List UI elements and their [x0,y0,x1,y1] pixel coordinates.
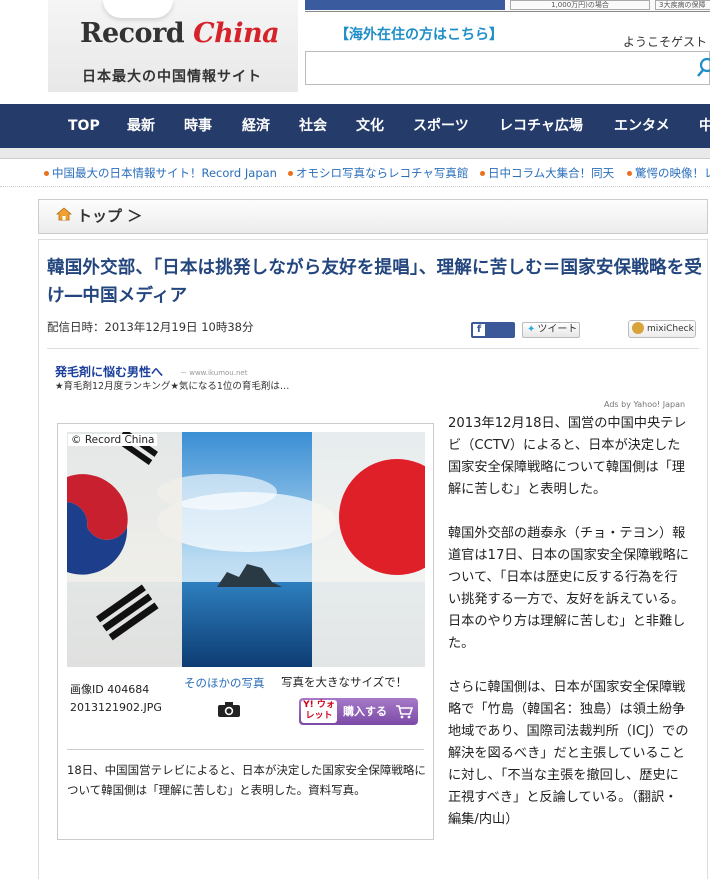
banner-right-text: 3大疾病の保障 [655,0,710,10]
article-title: 韓国外交部、「日本は挑発しながら友好を提唱」、理解に苦しむ＝国家安保戦略を受け―… [47,258,703,306]
site-logo[interactable]: Record China 日本最大の中国情報サイト [48,0,298,92]
more-photos-link[interactable]: そのほかの写真 [184,675,265,691]
article-photo[interactable] [67,432,425,667]
article-paragraph: 韓国外交部の趙泰永（チョ・テヨン）報道官は17日、日本の国家安全保障戦略について… [448,526,689,651]
ad-url[interactable]: － www.ikumou.net [180,368,247,378]
yahoo-wallet-logo: Y! ウォレット [301,700,337,723]
top-ad-banner[interactable]: 1,000万円)の場合 3大疾病の保障 [305,0,710,12]
tweet-button[interactable]: ✦ ツイート [522,322,580,338]
photo-copyright: © Record China [68,434,158,446]
logo-tagline: 日本最大の中国情報サイト [82,69,262,85]
facebook-icon: f [473,324,485,336]
buy-label: 購入する [343,705,387,718]
nav-item-culture[interactable]: 文化 [356,104,384,148]
ticker-item[interactable]: オモシロ写真ならレコチャ写真館 [288,165,468,181]
ticker-item[interactable]: 中国最大の日本情報サイト！Record Japan [44,165,277,181]
divider [67,749,424,750]
nav-item-top[interactable]: TOP [68,104,100,148]
subnav-bar [0,148,710,159]
search-input[interactable] [305,51,710,85]
divider [47,348,699,349]
nav-item-politics[interactable]: 時事 [184,104,212,148]
ticker-item[interactable]: 驚愕の映像！レ [627,165,710,181]
main-nav: TOP 最新 時事 経済 社会 文化 スポーツ レコチャ広場 エンタメ 中 [0,104,710,148]
mixi-icon [632,322,644,334]
breadcrumb-top-link[interactable]: トップ ＞ [77,205,142,226]
image-filename: 2013121902.JPG [70,701,162,714]
search-icon[interactable] [697,56,710,78]
bigger-photo-text: 写真を大きなサイズで！ [281,675,408,689]
ticker-bar: 中国最大の日本情報サイト！Record Japan オモシロ写真ならレコチャ写真… [0,159,710,187]
nav-item-plaza[interactable]: レコチャ広場 [499,104,583,148]
buy-button[interactable]: Y! ウォレット 購入する [299,698,418,725]
ad-description[interactable]: ★育毛剤12月度ランキング★気になる1位の育毛剤は… [55,378,289,392]
nav-item-society[interactable]: 社会 [299,104,327,148]
banner-center-text: 1,000万円)の場合 [510,0,650,10]
welcome-text: ようこそゲスト [623,35,708,49]
nav-item-sports[interactable]: スポーツ [413,104,469,148]
logo-wordmark: Record China [80,18,280,49]
facebook-share-button[interactable]: fShare [471,322,515,351]
nav-item-china[interactable]: 中 [699,104,710,148]
camera-icon[interactable] [217,701,241,718]
article-date: 配信日時：2013年12月19日 10時38分 [47,320,254,334]
nav-item-latest[interactable]: 最新 [127,104,155,148]
snowman-decoration [103,0,173,18]
mixi-check-button[interactable]: mixiCheck [628,320,696,338]
overseas-link[interactable]: 【海外在住の方はこちら】 [335,24,503,44]
photo-caption: 18日、中国国営テレビによると、日本が決定した国家安全保障戦略について韓国側は「… [67,763,426,797]
nav-item-entertainment[interactable]: エンタメ [614,104,670,148]
home-icon [56,207,72,221]
banner-left-block [305,0,505,10]
cart-icon [396,705,413,719]
image-id: 画像ID 404684 [70,683,150,696]
twitter-bird-icon: ✦ [527,324,536,335]
article-paragraph: 2013年12月18日、国営の中国中央テレビ（CCTV）によると、日本が決定した… [448,416,687,497]
nav-item-economy[interactable]: 経済 [242,104,270,148]
ticker-item[interactable]: 日中コラム大集合！同天 [480,165,614,181]
article-paragraph: さらに韓国側は、日本が国家安全保障戦略で「竹島（韓国名：独島）は領土紛争地域であ… [448,680,689,827]
article-body: 2013年12月18日、国営の中国中央テレビ（CCTV）によると、日本が決定した… [448,413,690,853]
ad-credit[interactable]: Ads by Yahoo! Japan [604,400,685,409]
